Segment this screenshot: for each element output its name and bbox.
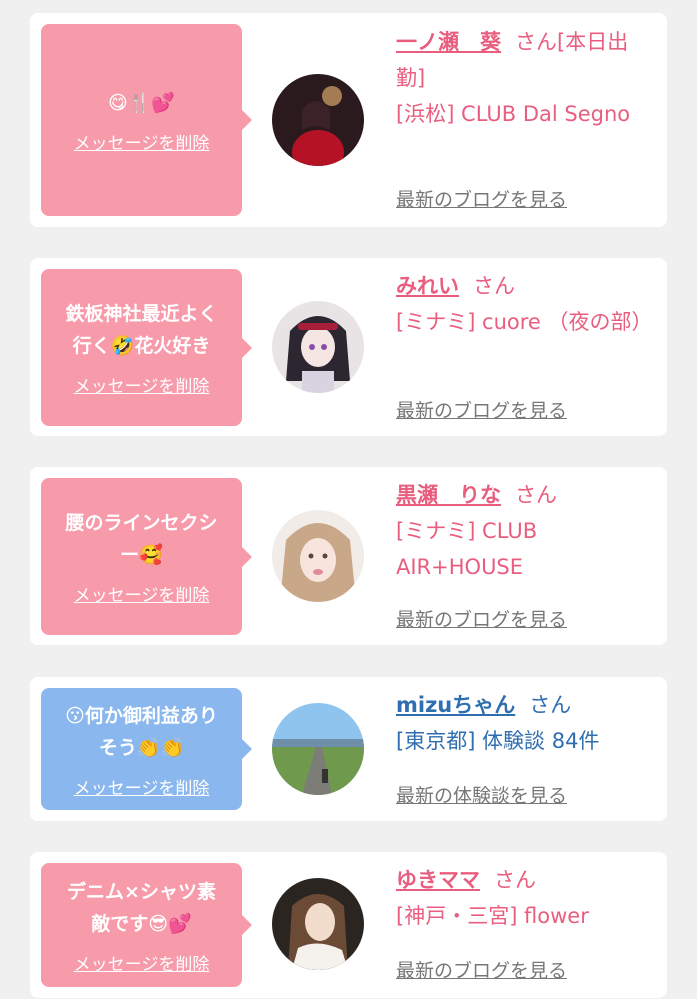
latest-blog-link[interactable]: 最新のブログを見る: [396, 956, 567, 983]
profile-info: mizuちゃん さん [東京都] 体験談 84件: [396, 687, 652, 759]
profile-name-link[interactable]: みれい: [396, 274, 459, 298]
favorite-list: 😋🍴💕 メッセージを削除 一ノ瀬 葵さん[本日出勤] [浜松] CLUB Dal…: [0, 0, 697, 999]
shop-label: [浜松] CLUB Dal Segno: [396, 102, 631, 126]
profile-info: みれい さん [ミナミ] cuore （夜の部）: [396, 268, 653, 340]
profile-info: 一ノ瀬 葵さん[本日出勤] [浜松] CLUB Dal Segno: [396, 24, 652, 132]
delete-message-link[interactable]: メッセージを削除: [74, 581, 210, 606]
avatar-photo: [272, 878, 364, 970]
message-bubble: 鉄板神社最近よく 行く🤣花火好き メッセージを削除: [41, 269, 252, 426]
list-item: 😗何か御利益あり そう👏👏 メッセージを削除 mizuちゃん さん [東京都] 体…: [30, 677, 667, 821]
avatar[interactable]: [272, 878, 364, 970]
message-text: 腰のラインセクシ ー🥰: [65, 512, 218, 566]
shop-label: [ミナミ] CLUB AIR+HOUSE: [396, 519, 538, 579]
profile-name-link[interactable]: mizuちゃん: [396, 693, 515, 717]
shop-label: [ミナミ] cuore （夜の部）: [396, 310, 653, 334]
avatar[interactable]: [272, 703, 364, 795]
profile-info: ゆきママ さん [神戸・三宮] flower: [396, 862, 652, 934]
latest-blog-link[interactable]: 最新のブログを見る: [396, 185, 567, 212]
profile-info: 黒瀬 りな さん [ミナミ] CLUB AIR+HOUSE: [396, 477, 652, 585]
message-bubble: 😗何か御利益あり そう👏👏 メッセージを削除: [41, 688, 252, 810]
message-text: 😗何か御利益あり そう👏👏: [65, 704, 218, 759]
avatar[interactable]: [272, 301, 364, 393]
message-text: デニム×シャツ素 敵です😎💕: [67, 880, 216, 935]
avatar-photo: [272, 74, 364, 166]
name-line: 一ノ瀬 葵さん[本日出勤]: [396, 24, 652, 96]
list-item: 腰のラインセクシ ー🥰 メッセージを削除 黒瀬 りな さん [ミナミ] CLUB …: [30, 467, 667, 645]
delete-message-link[interactable]: メッセージを削除: [74, 774, 210, 799]
honorific-label: さん: [494, 868, 536, 892]
honorific-label: さん: [529, 693, 572, 717]
avatar-photo: [272, 703, 364, 795]
message-text: 鉄板神社最近よく 行く🤣花火好き: [65, 303, 218, 357]
shop-label: [東京都] 体験談 84件: [396, 729, 600, 753]
profile-name-link[interactable]: 黒瀬 りな: [396, 483, 501, 507]
latest-blog-link[interactable]: 最新のブログを見る: [396, 605, 567, 632]
message-bubble: 😋🍴💕 メッセージを削除: [41, 24, 252, 216]
avatar[interactable]: [272, 74, 364, 166]
profile-name-link[interactable]: 一ノ瀬 葵: [396, 30, 501, 54]
list-item: 鉄板神社最近よく 行く🤣花火好き メッセージを削除 みれい さん [ミナミ] cu…: [30, 258, 667, 436]
name-line: mizuちゃん さん: [396, 687, 652, 723]
honorific-label: さん: [515, 483, 557, 507]
avatar[interactable]: [272, 510, 364, 602]
list-item: 😋🍴💕 メッセージを削除 一ノ瀬 葵さん[本日出勤] [浜松] CLUB Dal…: [30, 13, 667, 227]
latest-review-link[interactable]: 最新の体験談を見る: [396, 781, 567, 808]
message-bubble: デニム×シャツ素 敵です😎💕 メッセージを削除: [41, 863, 252, 987]
name-line: みれい さん: [396, 268, 652, 304]
list-item: デニム×シャツ素 敵です😎💕 メッセージを削除 ゆきママ さん [神戸・三宮] f…: [30, 852, 667, 998]
message-bubble: 腰のラインセクシ ー🥰 メッセージを削除: [41, 478, 252, 635]
name-line: ゆきママ さん: [396, 862, 652, 898]
name-line: 黒瀬 りな さん: [396, 477, 652, 513]
shop-label: [神戸・三宮] flower: [396, 904, 589, 928]
latest-blog-link[interactable]: 最新のブログを見る: [396, 396, 567, 423]
delete-message-link[interactable]: メッセージを削除: [74, 372, 210, 397]
avatar-photo: [272, 510, 364, 602]
delete-message-link[interactable]: メッセージを削除: [74, 129, 210, 154]
avatar-photo: [272, 301, 364, 393]
profile-name-link[interactable]: ゆきママ: [396, 868, 480, 892]
message-text: 😋🍴💕: [107, 91, 176, 114]
delete-message-link[interactable]: メッセージを削除: [74, 950, 210, 975]
honorific-label: さん: [473, 274, 515, 298]
